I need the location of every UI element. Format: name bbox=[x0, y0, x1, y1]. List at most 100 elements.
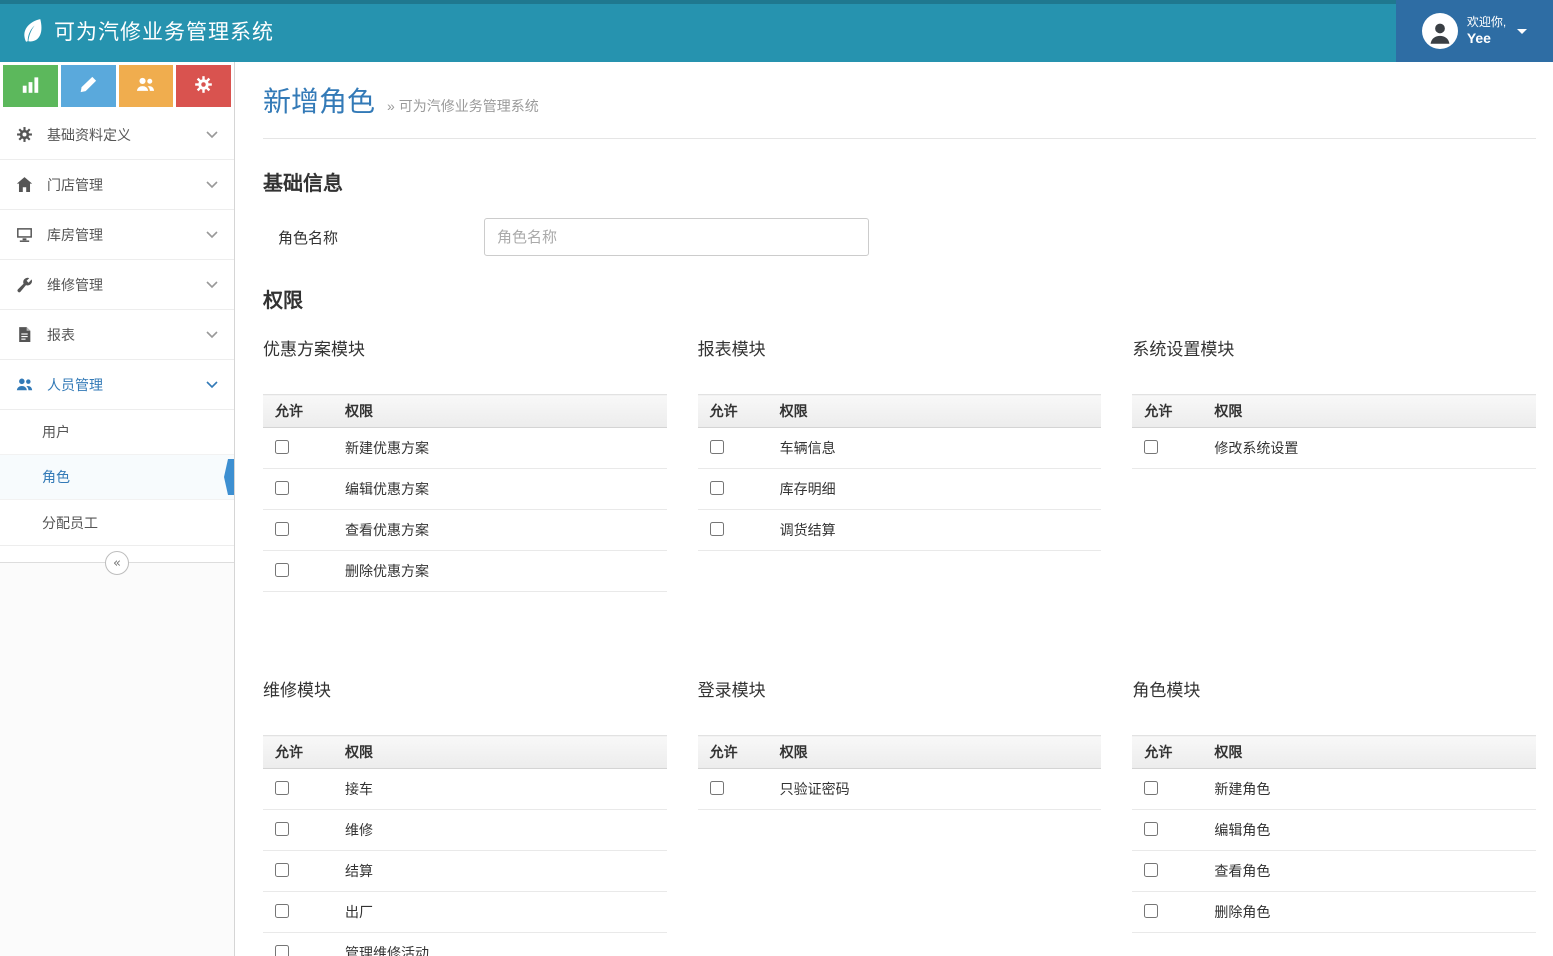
permission-checkbox[interactable] bbox=[710, 522, 724, 536]
module-login: 登录模块 允许 权限 只验证密码 bbox=[698, 676, 1102, 810]
monitor-icon bbox=[16, 226, 36, 243]
sidebar-item-repair[interactable]: 维修管理 bbox=[0, 260, 234, 310]
user-menu[interactable]: 欢迎你, Yee bbox=[1396, 0, 1553, 62]
permission-checkbox[interactable] bbox=[275, 822, 289, 836]
permission-checkbox[interactable] bbox=[275, 440, 289, 454]
sidebar-collapse-bar: « bbox=[0, 562, 234, 563]
permission-checkbox[interactable] bbox=[1144, 904, 1158, 918]
permission-row: 查看角色 bbox=[1132, 851, 1536, 892]
breadcrumb[interactable]: » 可为汽修业务管理系统 bbox=[387, 96, 539, 116]
permission-row: 只验证密码 bbox=[698, 769, 1102, 810]
caret-down-icon bbox=[1517, 29, 1527, 34]
leaf-icon bbox=[20, 19, 44, 43]
sidebar-item-personnel[interactable]: 人员管理 bbox=[0, 360, 234, 410]
sidebar-subitem-roles[interactable]: 角色 bbox=[0, 455, 234, 500]
permission-checkbox[interactable] bbox=[1144, 863, 1158, 877]
column-header-allow: 允许 bbox=[1132, 395, 1202, 428]
personnel-submenu: 用户 角色 分配员工 bbox=[0, 410, 234, 546]
page-title: 新增角色 bbox=[263, 80, 375, 120]
column-header-permission: 权限 bbox=[1202, 395, 1536, 428]
permission-checkbox[interactable] bbox=[1144, 781, 1158, 795]
column-header-allow: 允许 bbox=[263, 736, 333, 769]
permission-checkbox[interactable] bbox=[710, 440, 724, 454]
permission-label: 管理维修活动 bbox=[333, 933, 667, 956]
app-title: 可为汽修业务管理系统 bbox=[54, 16, 274, 46]
column-header-permission: 权限 bbox=[768, 395, 1102, 428]
permission-row: 车辆信息 bbox=[698, 428, 1102, 469]
permission-row: 新建优惠方案 bbox=[263, 428, 667, 469]
sidebar-item-stores[interactable]: 门店管理 bbox=[0, 160, 234, 210]
module-reports: 报表模块 允许 权限 车辆信息 bbox=[698, 335, 1102, 551]
submenu-item-label: 用户 bbox=[42, 422, 70, 442]
permission-checkbox[interactable] bbox=[710, 781, 724, 795]
chevron-down-icon bbox=[206, 381, 218, 389]
permission-table: 允许 权限 车辆信息 库存明细 bbox=[698, 394, 1102, 551]
sidebar-subitem-assign-staff[interactable]: 分配员工 bbox=[0, 500, 234, 545]
permission-row: 出厂 bbox=[263, 892, 667, 933]
permission-row: 编辑优惠方案 bbox=[263, 469, 667, 510]
user-welcome: 欢迎你, Yee bbox=[1467, 15, 1506, 48]
shortcut-stats-button[interactable] bbox=[3, 65, 58, 107]
permission-checkbox[interactable] bbox=[275, 781, 289, 795]
permission-checkbox[interactable] bbox=[275, 863, 289, 877]
permission-table: 允许 权限 修改系统设置 bbox=[1132, 394, 1536, 469]
permission-label: 删除角色 bbox=[1202, 892, 1536, 933]
permission-label: 接车 bbox=[333, 769, 667, 810]
permission-row: 修改系统设置 bbox=[1132, 428, 1536, 469]
module-title: 维修模块 bbox=[263, 676, 667, 701]
permission-label: 查看优惠方案 bbox=[333, 510, 667, 551]
permission-row: 接车 bbox=[263, 769, 667, 810]
permission-label: 出厂 bbox=[333, 892, 667, 933]
permission-checkbox[interactable] bbox=[1144, 440, 1158, 454]
role-name-input[interactable] bbox=[484, 218, 869, 256]
column-header-permission: 权限 bbox=[1202, 736, 1536, 769]
module-title: 优惠方案模块 bbox=[263, 335, 667, 360]
role-name-row: 角色名称 bbox=[263, 218, 1536, 256]
sidebar-item-basic-data[interactable]: 基础资料定义 bbox=[0, 110, 234, 160]
permission-checkbox[interactable] bbox=[710, 481, 724, 495]
chevron-down-icon bbox=[206, 281, 218, 289]
sidebar-item-reports[interactable]: 报表 bbox=[0, 310, 234, 360]
shortcut-settings-button[interactable] bbox=[176, 65, 231, 107]
module-title: 系统设置模块 bbox=[1132, 335, 1536, 360]
permission-checkbox[interactable] bbox=[275, 481, 289, 495]
sidebar-subitem-users[interactable]: 用户 bbox=[0, 410, 234, 455]
shortcut-edit-button[interactable] bbox=[61, 65, 116, 107]
bar-chart-icon bbox=[21, 75, 40, 97]
main-content: 新增角色 » 可为汽修业务管理系统 基础信息 角色名称 权限 优惠方案模块 允许… bbox=[235, 62, 1553, 956]
permission-label: 编辑优惠方案 bbox=[333, 469, 667, 510]
permission-row: 维修 bbox=[263, 810, 667, 851]
sidebar-collapse-button[interactable]: « bbox=[105, 551, 129, 575]
column-header-permission: 权限 bbox=[768, 736, 1102, 769]
column-header-allow: 允许 bbox=[698, 736, 768, 769]
sidebar-footer bbox=[0, 563, 234, 956]
module-discount-plans: 优惠方案模块 允许 权限 新建优惠方案 bbox=[263, 335, 667, 592]
sidebar-item-label: 人员管理 bbox=[47, 375, 206, 395]
sidebar-item-label: 基础资料定义 bbox=[47, 125, 206, 145]
sidebar-item-label: 报表 bbox=[47, 325, 206, 345]
sidebar-item-warehouse[interactable]: 库房管理 bbox=[0, 210, 234, 260]
permission-table: 允许 权限 新建角色 编辑角色 bbox=[1132, 735, 1536, 933]
permission-checkbox[interactable] bbox=[275, 522, 289, 536]
permission-label: 调货结算 bbox=[768, 510, 1102, 551]
column-header-permission: 权限 bbox=[333, 395, 667, 428]
permission-checkbox[interactable] bbox=[1144, 822, 1158, 836]
users-icon bbox=[16, 376, 36, 393]
permission-label: 结算 bbox=[333, 851, 667, 892]
permission-checkbox[interactable] bbox=[275, 904, 289, 918]
column-header-allow: 允许 bbox=[263, 395, 333, 428]
permission-label: 删除优惠方案 bbox=[333, 551, 667, 592]
permission-table: 允许 权限 只验证密码 bbox=[698, 735, 1102, 810]
permission-checkbox[interactable] bbox=[275, 563, 289, 577]
sidebar: 基础资料定义 门店管理 库房管理 bbox=[0, 62, 235, 956]
permission-checkbox[interactable] bbox=[275, 945, 289, 956]
gears-icon bbox=[16, 126, 36, 143]
permissions-heading: 权限 bbox=[263, 284, 1536, 313]
permission-row: 调货结算 bbox=[698, 510, 1102, 551]
home-icon bbox=[16, 176, 36, 193]
welcome-text: 欢迎你, bbox=[1467, 15, 1506, 29]
permission-row: 删除角色 bbox=[1132, 892, 1536, 933]
chevron-down-icon bbox=[206, 331, 218, 339]
shortcut-users-button[interactable] bbox=[119, 65, 174, 107]
topbar: 可为汽修业务管理系统 欢迎你, Yee bbox=[0, 0, 1553, 62]
